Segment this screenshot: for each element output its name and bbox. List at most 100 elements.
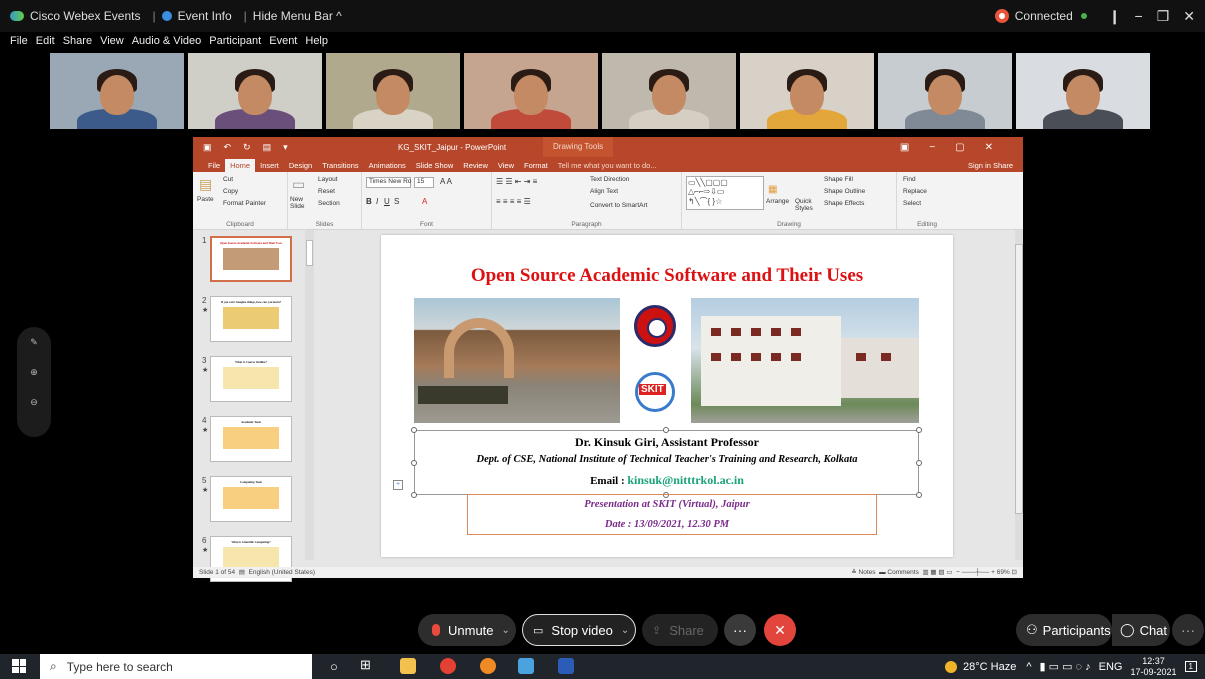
paste-icon[interactable]: ▤	[199, 176, 212, 193]
quick-styles-button[interactable]: Quick Styles	[795, 198, 817, 212]
participant-video-tile[interactable]	[188, 53, 322, 129]
slide-scroll-thumb[interactable]	[1015, 244, 1023, 514]
current-slide[interactable]: Open Source Academic Software and Their …	[381, 235, 953, 557]
quick-access-toolbar[interactable]: ▣↶↻▤▾	[203, 142, 300, 153]
chrome-profile-icon[interactable]	[480, 658, 496, 674]
tab-insert[interactable]: Insert	[255, 161, 284, 172]
font-size-select[interactable]: 15	[414, 177, 434, 188]
more-panels-button[interactable]: ···	[1172, 614, 1204, 646]
resize-handle[interactable]	[411, 492, 417, 498]
bullets-icon[interactable]: ☰ ☰ ⇤ ⇥ ≡	[496, 177, 537, 186]
clock[interactable]: 12:37 17-09-2021	[1131, 656, 1177, 678]
tab-slide-show[interactable]: Slide Show	[411, 161, 459, 172]
more-options-button[interactable]: ···	[724, 614, 756, 646]
thumbnail-scrollbar[interactable]	[305, 230, 314, 560]
replace-button[interactable]: Replace	[903, 188, 927, 195]
sign-in-share[interactable]: Sign in Share	[968, 161, 1013, 170]
chrome-icon[interactable]	[440, 658, 456, 674]
slide-scrollbar[interactable]	[1015, 230, 1023, 560]
new-slide-button[interactable]: New Slide	[290, 196, 312, 210]
select-button[interactable]: Select	[903, 200, 921, 207]
windows-start-icon[interactable]	[12, 659, 26, 673]
thumbnail-scroll-thumb[interactable]	[306, 240, 313, 266]
menu-file[interactable]: File	[10, 35, 28, 47]
input-language[interactable]: ENG	[1099, 661, 1123, 673]
copy-button[interactable]: Copy	[223, 188, 238, 195]
slide-thumbnail[interactable]: If you can't imagine things, how can you…	[210, 296, 292, 342]
reset-button[interactable]: Reset	[318, 188, 335, 195]
comments-button[interactable]: Comments	[887, 569, 918, 576]
slide-thumbnail[interactable]: What is Course Outline?	[210, 356, 292, 402]
resize-handle[interactable]	[916, 492, 922, 498]
italic-icon[interactable]: I	[376, 197, 378, 206]
zoom-out-icon[interactable]: ⊖	[17, 387, 51, 417]
format-painter-button[interactable]: Format Painter	[223, 200, 266, 207]
chevron-down-icon[interactable]: ⌄	[621, 625, 629, 636]
shape-fill-button[interactable]: Shape Fill	[824, 176, 853, 183]
shadow-icon[interactable]: S	[394, 197, 399, 206]
shape-effects-button[interactable]: Shape Effects	[824, 200, 864, 207]
tell-me-search[interactable]: Tell me what you want to do...	[553, 161, 662, 172]
autofit-options-icon[interactable]: ÷	[393, 480, 403, 490]
tab-home[interactable]: Home	[225, 159, 256, 172]
tray-chevron-icon[interactable]: ^	[1026, 661, 1031, 673]
menu-event[interactable]: Event	[269, 35, 297, 47]
slide-thumbnail[interactable]: Academic Tools	[210, 416, 292, 462]
resize-handle[interactable]	[916, 427, 922, 433]
cut-button[interactable]: Cut	[223, 176, 233, 183]
tray-icons[interactable]: ▮ ▭ ▭ ◌ ♪	[1040, 660, 1091, 673]
task-view-icon[interactable]: ⊞	[360, 657, 376, 673]
bold-icon[interactable]: B	[366, 197, 372, 206]
tab-transitions[interactable]: Transitions	[317, 161, 363, 172]
convert-smartart-button[interactable]: Convert to SmartArt	[590, 202, 647, 209]
tab-file[interactable]: File	[203, 161, 225, 172]
zoom-in-icon[interactable]: ⊕	[17, 357, 51, 387]
event-info-button[interactable]: Event Info	[161, 9, 232, 23]
notifications-icon[interactable]: 1	[1184, 661, 1197, 672]
text-direction-button[interactable]: Text Direction	[590, 176, 629, 183]
paste-button[interactable]: Paste	[197, 196, 214, 203]
leave-meeting-button[interactable]: ✕	[764, 614, 796, 646]
layout-button[interactable]: Layout	[318, 176, 338, 183]
participant-video-tile[interactable]	[50, 53, 184, 129]
new-slide-icon[interactable]: ▭	[292, 176, 305, 193]
menu-participant[interactable]: Participant	[209, 35, 261, 47]
participant-video-tile[interactable]	[740, 53, 874, 129]
tab-review[interactable]: Review	[458, 161, 493, 172]
close-button[interactable]: ✕	[1183, 8, 1195, 25]
resize-handle[interactable]	[663, 427, 669, 433]
notes-button[interactable]: Notes	[859, 569, 876, 576]
webex-taskbar-icon[interactable]	[518, 658, 534, 674]
slide-thumbnail[interactable]: Computing Tools	[210, 476, 292, 522]
chat-button[interactable]: ◯ Chat	[1112, 614, 1170, 646]
taskbar-search[interactable]: ⌕ Type here to search	[40, 654, 312, 679]
participant-video-tile[interactable]	[326, 53, 460, 129]
menu-view[interactable]: View	[100, 35, 124, 47]
slide-thumbnail[interactable]: Open Source Academic Software and Their …	[210, 236, 292, 282]
participant-video-tile[interactable]	[878, 53, 1012, 129]
minimize-button[interactable]: −	[1135, 8, 1143, 24]
resize-handle[interactable]	[411, 427, 417, 433]
participant-video-tile[interactable]	[1016, 53, 1150, 129]
chevron-down-icon[interactable]: ⌄	[502, 625, 510, 636]
weather-text[interactable]: 28°C Haze	[963, 661, 1016, 673]
menu-share[interactable]: Share	[63, 35, 92, 47]
grow-font-icon[interactable]: A A	[440, 177, 452, 186]
participants-button[interactable]: ⚇ Participants	[1016, 614, 1112, 646]
find-button[interactable]: Find	[903, 176, 916, 183]
font-color-icon[interactable]: A	[422, 197, 427, 206]
underline-icon[interactable]: U	[384, 197, 390, 206]
menu-help[interactable]: Help	[305, 35, 328, 47]
cortana-icon[interactable]: ○	[330, 659, 346, 675]
file-explorer-icon[interactable]	[400, 658, 416, 674]
tab-format[interactable]: Format	[519, 161, 553, 172]
align-icons[interactable]: ≡ ≡ ≡ ≡ ☰	[496, 197, 531, 206]
font-name-select[interactable]: Times New Ro	[366, 177, 411, 188]
arrange-icon[interactable]: ▦	[768, 184, 777, 195]
participant-video-tile[interactable]	[464, 53, 598, 129]
tab-design[interactable]: Design	[284, 161, 317, 172]
word-icon[interactable]	[558, 658, 574, 674]
tab-animations[interactable]: Animations	[364, 161, 411, 172]
zoom-level[interactable]: 69%	[997, 569, 1010, 576]
menu-edit[interactable]: Edit	[36, 35, 55, 47]
